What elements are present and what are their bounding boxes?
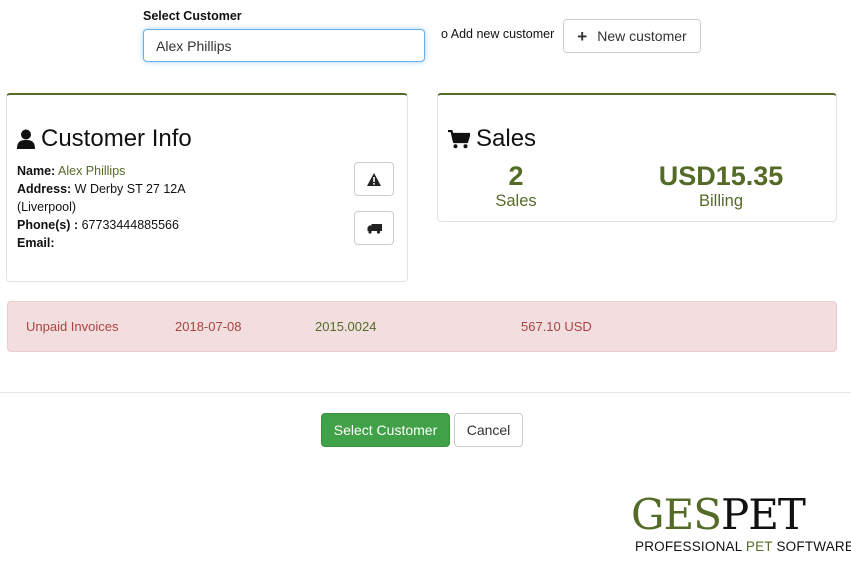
logo-tag-pet: PET [745, 539, 773, 554]
unpaid-invoices-label: Unpaid Invoices [26, 319, 119, 334]
footer-divider [0, 392, 851, 393]
warning-button[interactable] [354, 162, 394, 196]
email-row: Email: [17, 234, 186, 252]
cart-icon [448, 129, 470, 148]
sales-count-value: 2 [508, 161, 524, 191]
sales-panel: Sales 2 Sales USD15.35 Billing [437, 93, 837, 222]
delivery-button[interactable] [354, 211, 394, 245]
logo-tag-software: SOFTWARE [772, 539, 851, 554]
unpaid-invoice-row[interactable]: Unpaid Invoices 2018-07-08 2015.0024 567… [7, 301, 837, 352]
add-new-customer-option[interactable]: o Add new customer [441, 27, 554, 41]
new-customer-label: New customer [597, 28, 687, 44]
billing-stat: USD15.35 Billing [646, 161, 796, 211]
sales-title: Sales [476, 125, 537, 152]
new-customer-button[interactable]: + New customer [563, 19, 701, 53]
address-label: Address: [17, 182, 72, 196]
logo-word-ges: GES [631, 490, 722, 539]
logo-wordmark: GESPET [631, 494, 806, 536]
logo-tag-professional: PROFESSIONAL [635, 539, 746, 554]
name-label: Name: [17, 164, 56, 178]
logo-tagline: PROFESSIONAL PET SOFTWARE [635, 539, 851, 554]
select-customer-button[interactable]: Select Customer [321, 413, 450, 447]
address-line2: (Liverpool) [17, 200, 77, 214]
customer-info-title: Customer Info [41, 125, 192, 152]
customer-search-input[interactable] [143, 29, 425, 62]
name-row: Name: Alex Phillips [17, 162, 186, 180]
phone-label: Phone(s) : [17, 218, 79, 232]
address-row: Address: W Derby ST 27 12A [17, 180, 186, 198]
invoice-date: 2018-07-08 [175, 319, 242, 334]
logo-word-pet: PET [720, 490, 806, 539]
customer-info-panel: Customer Info Name: Alex Phillips Addres… [6, 93, 408, 282]
customer-name-value: Alex Phillips [58, 164, 126, 178]
warning-icon [367, 172, 381, 186]
phone-value: 67733444885566 [81, 218, 179, 232]
select-customer-label: Select Customer [143, 9, 242, 23]
invoice-amount: 567.10 USD [521, 319, 592, 334]
billing-value: USD15.35 [658, 161, 784, 191]
email-label: Email: [17, 236, 55, 250]
gespet-logo: GESPET PROFESSIONAL PET SOFTWARE [631, 494, 851, 556]
invoice-number: 2015.0024 [315, 319, 377, 334]
address-line1: W Derby ST 27 12A [74, 182, 186, 196]
sales-count-label: Sales [495, 192, 537, 210]
phone-row: Phone(s) : 67733444885566 [17, 216, 186, 234]
truck-icon [367, 223, 382, 234]
sales-count-stat: 2 Sales [466, 161, 566, 211]
customer-details: Name: Alex Phillips Address: W Derby ST … [17, 162, 186, 252]
plus-icon: + [577, 26, 588, 46]
cancel-button[interactable]: Cancel [454, 413, 523, 447]
customer-info-heading: Customer Info [17, 125, 192, 153]
sales-heading: Sales [448, 125, 536, 153]
user-icon [17, 129, 35, 149]
billing-label: Billing [698, 192, 744, 210]
